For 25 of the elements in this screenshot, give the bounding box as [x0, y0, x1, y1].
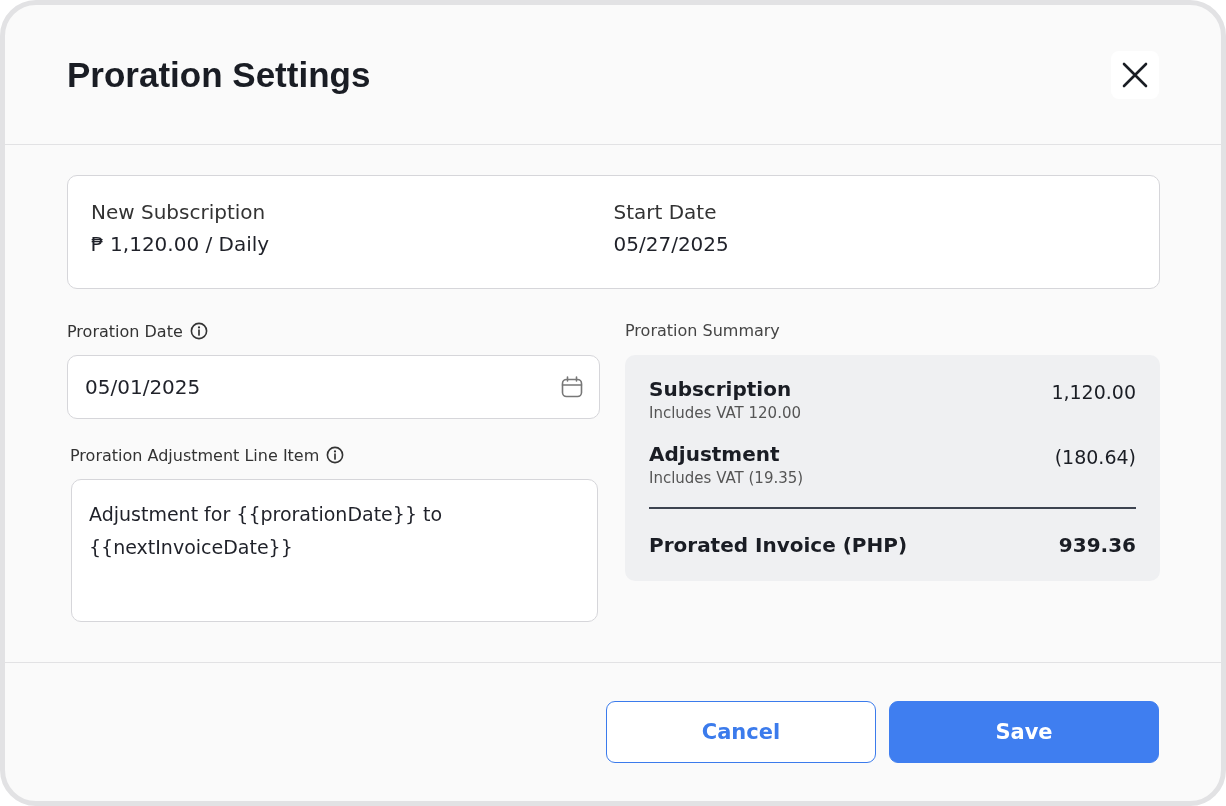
field-label: Proration Adjustment Line Item	[70, 445, 320, 465]
field-label: Proration Date	[67, 321, 183, 341]
summary-item-amount: (180.64)	[1054, 445, 1136, 470]
field-label: Start Date	[613, 200, 718, 224]
summary-item-name: Adjustment	[649, 442, 781, 466]
close-icon	[1122, 61, 1148, 88]
field-value: ₱ 1,120.00 / Daily	[91, 232, 271, 256]
total-label: Prorated Invoice (PHP)	[649, 532, 908, 557]
field-label: New Subscription	[91, 200, 267, 224]
info-icon[interactable]	[189, 322, 208, 340]
summary-item-note: Includes VAT 120.00	[649, 404, 801, 422]
close-button[interactable]	[1111, 50, 1159, 99]
dialog-title: Proration Settings	[67, 54, 371, 95]
date-field[interactable]: 05/01/2025	[67, 355, 600, 419]
section-heading: Proration Summary	[625, 320, 781, 342]
cancel-button[interactable]: Cancel	[606, 701, 876, 763]
calendar-icon[interactable]	[560, 375, 584, 399]
summary-item-note: Includes VAT (19.35)	[649, 469, 804, 487]
info-icon[interactable]	[326, 446, 345, 464]
save-button[interactable]: Save	[889, 701, 1159, 763]
line-item-field[interactable]: Adjustment for {{prorationDate}} to {{nextInvoiceDate}}	[71, 479, 598, 622]
field-value: 05/27/2025	[613, 232, 730, 256]
total-amount: 939.36	[1058, 532, 1136, 557]
summary-item-amount: 1,120.00	[1051, 380, 1136, 405]
summary-item-name: Subscription	[649, 377, 793, 401]
